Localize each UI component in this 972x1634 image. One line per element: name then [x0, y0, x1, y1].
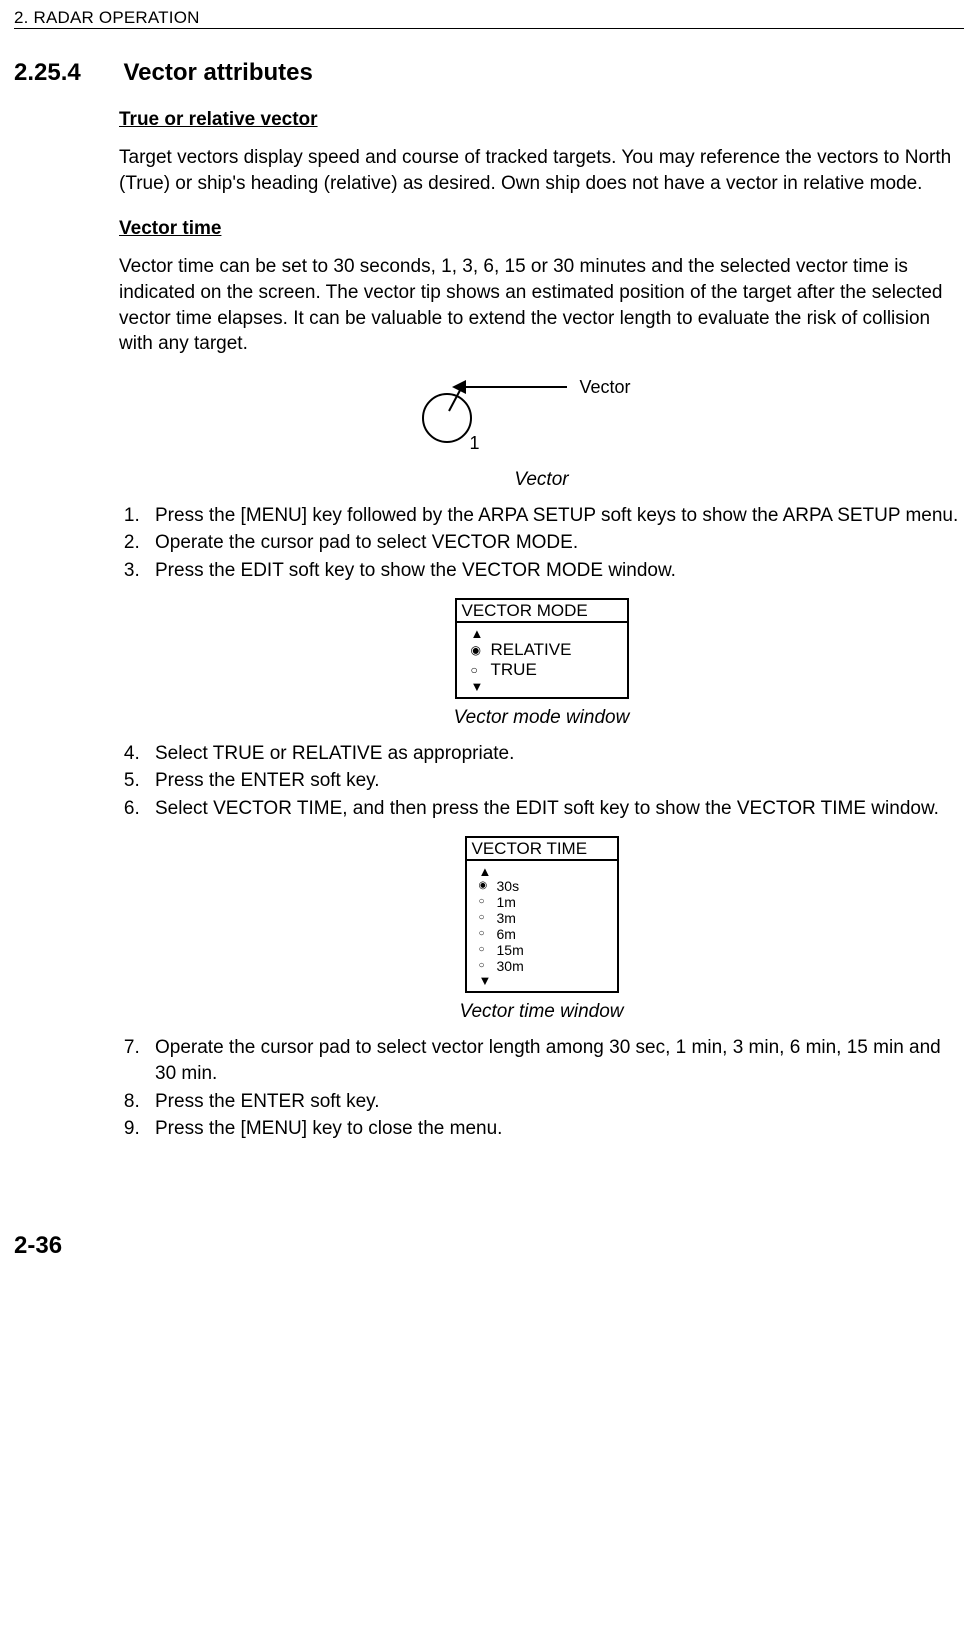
vector-mode-title: VECTOR MODE [457, 600, 627, 623]
option-label: 15m [497, 942, 524, 958]
scroll-down-icon: ▼ [471, 680, 617, 693]
paragraph-vector-time: Vector time can be set to 30 seconds, 1,… [119, 254, 964, 357]
vector-diagram-caption: Vector [119, 469, 964, 491]
option-label: 30m [497, 958, 524, 974]
option-label: 6m [497, 926, 516, 942]
vector-mode-caption: Vector mode window [119, 707, 964, 729]
step-4: Select TRUE or RELATIVE as appropriate. [145, 741, 964, 767]
vector-time-window: VECTOR TIME ▲ ◉ 30s ○ 1m ○ 3m [465, 836, 619, 994]
pointer-label: Vector [580, 377, 631, 398]
radio-selected-icon: ◉ [479, 880, 497, 892]
option-6m: ○ 6m [479, 926, 607, 942]
radio-unselected-icon: ○ [479, 912, 497, 924]
option-30m: ○ 30m [479, 958, 607, 974]
radio-selected-icon: ◉ [471, 643, 491, 657]
step-5: Press the ENTER soft key. [145, 768, 964, 794]
radio-unselected-icon: ○ [471, 663, 491, 677]
radio-unselected-icon: ○ [479, 944, 497, 956]
step-9: Press the [MENU] key to close the menu. [145, 1116, 964, 1142]
section-number: 2.25.4 [14, 59, 119, 87]
radio-unselected-icon: ○ [479, 928, 497, 940]
vector-time-caption: Vector time window [119, 1001, 964, 1023]
target-circle-icon [422, 393, 472, 443]
scroll-up-icon: ▲ [471, 627, 617, 640]
paragraph-true-relative: Target vectors display speed and course … [119, 145, 964, 196]
option-1m: ○ 1m [479, 894, 607, 910]
option-label: 3m [497, 910, 516, 926]
subheading-vector-time: Vector time [119, 218, 964, 240]
step-7: Operate the cursor pad to select vector … [145, 1035, 964, 1086]
section-title: Vector attributes [123, 59, 312, 87]
step-1: Press the [MENU] key followed by the ARP… [145, 503, 964, 529]
page-number: 2-36 [14, 1232, 964, 1260]
step-6: Select VECTOR TIME, and then press the E… [145, 796, 964, 822]
radio-unselected-icon: ○ [479, 896, 497, 908]
vector-diagram-figure: Vector 1 [119, 371, 964, 461]
option-label: RELATIVE [491, 640, 572, 660]
scroll-up-icon: ▲ [479, 865, 607, 878]
option-relative: ◉ RELATIVE [471, 640, 617, 660]
option-label: TRUE [491, 660, 537, 680]
option-3m: ○ 3m [479, 910, 607, 926]
option-30s: ◉ 30s [479, 878, 607, 894]
step-3: Press the EDIT soft key to show the VECT… [145, 558, 964, 584]
page-header: 2. RADAR OPERATION [14, 8, 964, 29]
radio-unselected-icon: ○ [479, 960, 497, 972]
option-label: 1m [497, 894, 516, 910]
step-2: Operate the cursor pad to select VECTOR … [145, 530, 964, 556]
subheading-true-relative: True or relative vector [119, 109, 964, 131]
option-15m: ○ 15m [479, 942, 607, 958]
pointer-line-icon [457, 386, 567, 388]
vector-mode-window: VECTOR MODE ▲ ◉ RELATIVE ○ TRUE ▼ [455, 598, 629, 699]
option-true: ○ TRUE [471, 660, 617, 680]
step-8: Press the ENTER soft key. [145, 1089, 964, 1115]
option-label: 30s [497, 878, 520, 894]
vector-time-title: VECTOR TIME [467, 838, 617, 861]
scroll-down-icon: ▼ [479, 974, 607, 987]
target-number-label: 1 [470, 433, 480, 454]
